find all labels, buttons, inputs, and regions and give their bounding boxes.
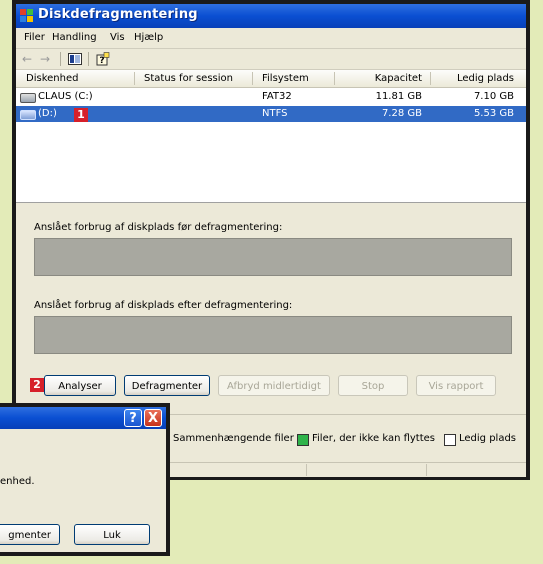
column-divider[interactable]	[252, 72, 253, 85]
list-header: Diskenhed Status for session Filsystem K…	[16, 70, 526, 88]
dialog-help-button[interactable]: ?	[124, 409, 142, 427]
column-header-filesystem[interactable]: Filsystem	[262, 73, 309, 84]
back-arrow-icon[interactable]: ←	[22, 52, 32, 66]
pause-button[interactable]: Afbryd midlertidigt	[218, 375, 330, 396]
volume-capacity: 7.28 GB	[381, 108, 422, 119]
step-marker-1: 1	[74, 108, 88, 122]
dialog-defragment-button[interactable]: gmenter	[0, 524, 60, 545]
hard-drive-icon	[20, 110, 36, 120]
after-usage-label: Anslået forbrug af diskplads efter defra…	[34, 300, 293, 311]
column-divider[interactable]	[134, 72, 135, 85]
menu-action[interactable]: Handling	[52, 32, 97, 43]
help-icon[interactable]: ?	[96, 52, 110, 66]
volume-list[interactable]: Diskenhed Status for session Filsystem K…	[16, 70, 526, 203]
legend-swatch-unmovable	[297, 434, 309, 446]
hard-drive-icon	[20, 93, 36, 103]
analysis-dialog: ? X enhed. gmenter Luk	[0, 403, 170, 556]
column-header-volume[interactable]: Diskenhed	[26, 73, 78, 84]
title-bar: Diskdefragmentering	[16, 4, 526, 28]
view-report-button[interactable]: Vis rapport	[416, 375, 496, 396]
forward-arrow-icon[interactable]: →	[40, 52, 50, 66]
defragment-button[interactable]: Defragmenter	[124, 375, 210, 396]
volume-name: CLAUS (C:)	[38, 91, 93, 102]
defrag-app-icon	[20, 9, 33, 22]
analyze-button[interactable]: Analyser	[44, 375, 116, 396]
column-divider[interactable]	[334, 72, 335, 85]
volume-filesystem: FAT32	[262, 91, 292, 102]
volume-free-space: 5.53 GB	[473, 108, 514, 119]
step-marker-2: 2	[30, 378, 44, 392]
menu-bar: Filer Handling Vis Hjælp	[16, 28, 526, 49]
volume-name: (D:)	[38, 108, 57, 119]
legend-contiguous-files: Sammenhængende filer	[173, 433, 294, 444]
volume-capacity: 11.81 GB	[375, 91, 422, 102]
column-header-capacity[interactable]: Kapacitet	[338, 73, 422, 84]
toolbar-separator	[88, 52, 89, 66]
volume-row-c[interactable]: CLAUS (C:) FAT32 11.81 GB 7.10 GB	[16, 89, 526, 105]
column-divider[interactable]	[430, 72, 431, 85]
menu-file[interactable]: Filer	[24, 32, 45, 43]
window-title: Diskdefragmentering	[38, 7, 198, 22]
dialog-close-icon[interactable]: X	[144, 409, 162, 427]
toolbar: ← → ?	[16, 49, 526, 70]
legend-swatch-free-space	[444, 434, 456, 446]
legend-free-space: Ledig plads	[459, 433, 517, 444]
after-usage-display	[34, 316, 512, 354]
dialog-title-bar: ? X	[0, 407, 166, 429]
volume-free-space: 7.10 GB	[473, 91, 514, 102]
before-usage-display	[34, 238, 512, 276]
volume-filesystem: NTFS	[262, 108, 288, 119]
toolbar-separator	[60, 52, 61, 66]
dialog-close-button[interactable]: Luk	[74, 524, 150, 545]
menu-view[interactable]: Vis	[110, 32, 125, 43]
show-hide-console-tree-icon[interactable]	[68, 53, 82, 65]
status-pane	[306, 464, 307, 476]
column-header-free-space[interactable]: Ledig plads	[434, 73, 514, 84]
volume-row-d[interactable]: (D:) NTFS 7.28 GB 5.53 GB 1	[16, 106, 526, 122]
before-usage-label: Anslået forbrug af diskplads før defragm…	[34, 222, 283, 233]
status-pane	[426, 464, 427, 476]
menu-help[interactable]: Hjælp	[134, 32, 163, 43]
legend-unmovable-files: Filer, der ikke kan flyttes	[312, 433, 436, 444]
column-header-session-status[interactable]: Status for session	[144, 73, 233, 84]
dialog-message: enhed.	[0, 476, 35, 487]
stop-button[interactable]: Stop	[338, 375, 408, 396]
